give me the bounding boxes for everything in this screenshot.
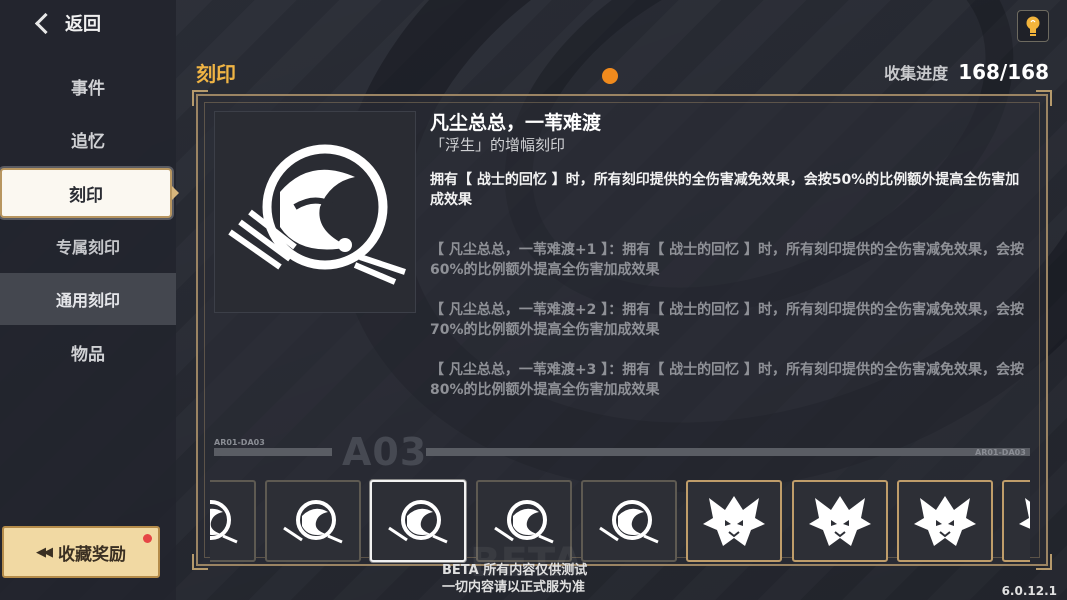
version-label: 6.0.12.1 <box>1001 584 1057 598</box>
sidebar: 返回 事件 追忆 刻印 专属刻印 通用刻印 物品 ◀◀ 收藏奖励 <box>0 0 179 600</box>
stigmata-card-selected[interactable] <box>370 480 466 562</box>
page-indicator-dot <box>602 68 618 84</box>
lightbulb-icon <box>1026 16 1040 36</box>
nav-item-exclusive-stigmata[interactable]: 专属刻印 <box>0 220 176 272</box>
progress-value: 168/168 <box>958 60 1049 84</box>
stigmata-card[interactable] <box>897 480 993 562</box>
stigmata-upgrade-2: 【 凡尘总总，一苇难渡+2 】：拥有【 战士的回忆 】时，所有刻印提供的全伤害减… <box>430 302 1024 338</box>
wolf-stigmata-icon <box>703 496 765 546</box>
stigmata-card-list[interactable] <box>210 478 1030 564</box>
stigmata-card[interactable] <box>686 480 782 562</box>
swirl-stigmata-icon <box>283 500 343 544</box>
stigmata-card[interactable] <box>792 480 888 562</box>
beta-notice: BETA 所有内容仅供测试 一切内容请以正式服为准 <box>442 562 587 596</box>
stigmata-description: 拥有【 战士的回忆 】时，所有刻印提供的全伤害减免效果，会按50%的比例额外提高… <box>430 172 1020 208</box>
nav-item-label: 通用刻印 <box>55 291 120 310</box>
swirl-stigmata-icon <box>210 500 238 544</box>
nav-item-general-stigmata[interactable]: 通用刻印 <box>0 273 176 325</box>
frame-corner <box>1036 90 1052 106</box>
stigmata-card[interactable] <box>265 480 361 562</box>
wolf-stigmata-icon <box>1019 498 1030 529</box>
frame-corner <box>192 90 208 106</box>
nav-item-label: 追忆 <box>71 131 105 152</box>
progress-label: 收集进度 <box>884 64 949 83</box>
swirl-stigmata-icon <box>494 500 554 544</box>
nav-item-label: 专属刻印 <box>55 238 120 257</box>
collection-reward-button[interactable]: ◀◀ 收藏奖励 <box>2 526 160 578</box>
reward-label: 收藏奖励 <box>58 544 126 565</box>
beta-notice-line2: 一切内容请以正式服为准 <box>442 580 586 595</box>
nav-item-memories[interactable]: 追忆 <box>0 113 176 165</box>
nav-item-stigmata[interactable]: 刻印 <box>0 168 179 218</box>
nav-item-items[interactable]: 物品 <box>0 326 176 378</box>
stigmata-subtitle: 「浮生」的增幅刻印 <box>430 136 566 154</box>
stigmata-name: 凡尘总总，一苇难渡 <box>430 112 602 134</box>
divider-bar-left <box>214 448 332 456</box>
hint-button[interactable] <box>1017 10 1049 42</box>
nav-item-label: 刻印 <box>69 185 103 206</box>
collection-progress: 收集进度 168/168 <box>884 60 1049 84</box>
divider-code-left: AR01-DA03 <box>214 438 265 447</box>
swirl-stigmata-large-icon <box>228 144 406 285</box>
chevron-left-icon <box>34 12 57 34</box>
wolf-stigmata-icon <box>914 496 976 546</box>
divider-bar-right <box>426 448 1030 456</box>
divider-label: A03 <box>342 430 428 474</box>
divider-code-right: AR01-DA03 <box>975 448 1026 457</box>
section-title: 刻印 <box>196 62 236 86</box>
nav-item-events[interactable]: 事件 <box>0 60 176 112</box>
back-label: 返回 <box>65 14 101 35</box>
stigmata-card[interactable] <box>1002 480 1030 562</box>
stigmata-upgrade-1: 【 凡尘总总，一苇难渡+1 】：拥有【 战士的回忆 】时，所有刻印提供的全伤害减… <box>430 242 1024 278</box>
notification-badge <box>143 534 152 543</box>
stigmata-card[interactable] <box>210 480 256 562</box>
swirl-stigmata-icon <box>388 500 448 544</box>
beta-notice-line1: BETA 所有内容仅供测试 <box>442 563 588 578</box>
frame-corner <box>192 554 208 570</box>
stigmata-preview <box>214 111 416 313</box>
nav-item-label: 物品 <box>71 344 105 365</box>
back-button[interactable]: 返回 <box>34 10 101 36</box>
swirl-stigmata-icon <box>599 500 659 544</box>
nav-item-label: 事件 <box>71 78 105 99</box>
frame-corner <box>1036 554 1052 570</box>
stigmata-card[interactable] <box>581 480 677 562</box>
double-chevron-left-icon: ◀◀ <box>36 544 53 560</box>
stigmata-upgrade-3: 【 凡尘总总，一苇难渡+3 】：拥有【 战士的回忆 】时，所有刻印提供的全伤害减… <box>430 362 1024 398</box>
wolf-stigmata-icon <box>809 496 871 546</box>
